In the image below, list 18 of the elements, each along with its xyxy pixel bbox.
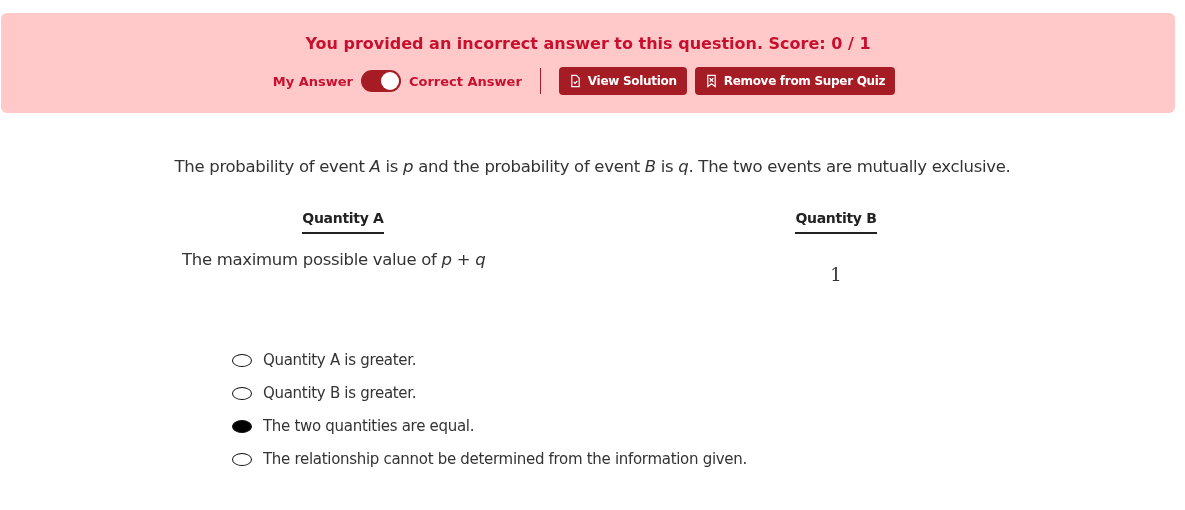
toggle-label: Correct Answer bbox=[408, 73, 522, 89]
document-check-icon bbox=[568, 74, 582, 88]
remove-button[interactable]: Remove from Super Quiz bbox=[694, 67, 896, 95]
choice-label: Quantity A is greater. bbox=[263, 351, 417, 369]
quantity-heading: Quantity A bbox=[302, 210, 384, 234]
quantity-heading: Quantity B bbox=[795, 210, 877, 234]
answer-toggle[interactable] bbox=[360, 70, 401, 92]
quantity-value: 1 bbox=[830, 264, 842, 285]
radio-button[interactable] bbox=[232, 419, 252, 433]
feedback-message: You provided an incorrect answer to this question. Score: 0 / 1 bbox=[304, 34, 872, 53]
choice-label: The two quantities are equal. bbox=[263, 417, 475, 435]
quantity-value: The maximum possible value of p + q bbox=[182, 250, 486, 269]
choice-label: Quantity B is greater. bbox=[263, 384, 417, 402]
bookmark-x-icon bbox=[704, 74, 718, 88]
choice-label: The relationship cannot be determined from the information given. bbox=[263, 450, 747, 468]
toggle-label: My Answer bbox=[272, 73, 353, 89]
question-text: The probability of event A is p and the probability of event B is q. The two events are mutually exclusive. bbox=[173, 157, 1012, 176]
view-solution-button[interactable]: View Solution bbox=[558, 67, 687, 95]
